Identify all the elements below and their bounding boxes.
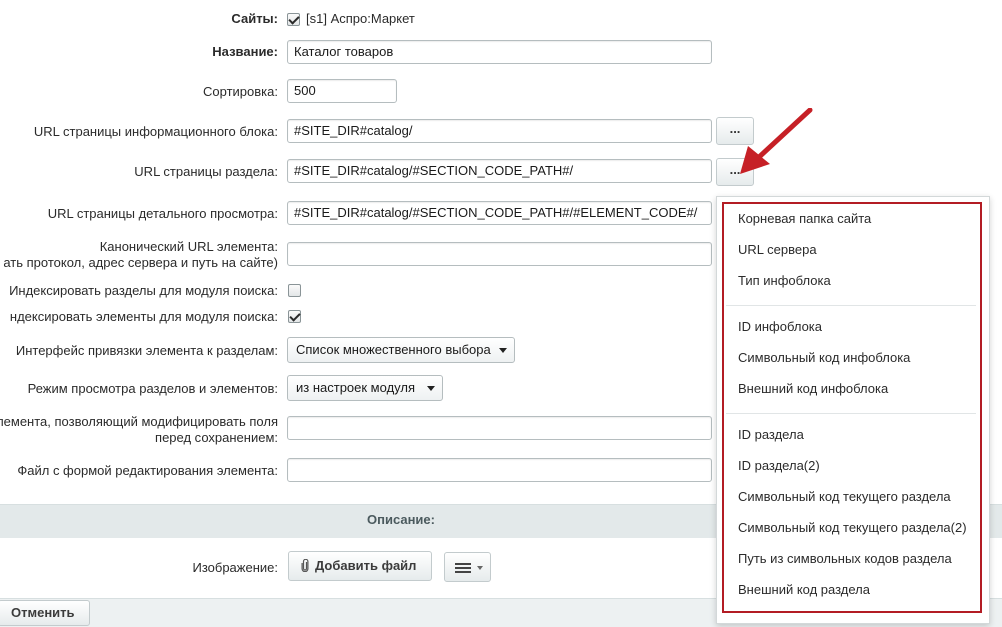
index-sections-label: Индексировать разделы для модуля поиска: xyxy=(9,283,278,298)
view-mode-value: из настроек модуля xyxy=(296,380,415,395)
paperclip-icon xyxy=(301,559,309,572)
name-input[interactable]: Каталог товаров xyxy=(287,40,712,64)
menu-item-iblock-external-id[interactable]: Внешний код инфоблока xyxy=(738,381,888,397)
menu-item-section-code[interactable]: Символьный код текущего раздела xyxy=(738,489,951,505)
menu-item-section-code-2[interactable]: Символьный код текущего раздела(2) xyxy=(738,520,967,536)
menu-separator xyxy=(726,413,976,414)
iblock-url-label: URL страницы информационного блока: xyxy=(33,124,278,139)
image-label: Изображение: xyxy=(192,560,278,575)
menu-item-section-external-id[interactable]: Внешний код раздела xyxy=(738,582,870,598)
section-url-input[interactable]: #SITE_DIR#catalog/#SECTION_CODE_PATH#/ xyxy=(287,159,712,183)
edit-form-file-input[interactable] xyxy=(287,458,712,482)
binding-interface-label: Интерфейс привязки элемента к разделам: xyxy=(15,343,278,358)
detail-url-label: URL страницы детального просмотра: xyxy=(47,206,278,221)
menu-item-section-id-2[interactable]: ID раздела(2) xyxy=(738,458,820,474)
site-s1-checkbox[interactable] xyxy=(287,13,300,26)
menu-separator xyxy=(726,305,976,306)
editor-menu-button[interactable] xyxy=(444,552,491,582)
modify-handler-label-line2: перед сохранением: xyxy=(155,430,278,445)
edit-form-file-label: Файл с формой редактирования элемента: xyxy=(17,463,278,478)
hamburger-icon xyxy=(455,563,471,573)
detail-url-input[interactable]: #SITE_DIR#catalog/#SECTION_CODE_PATH#/#E… xyxy=(287,201,712,225)
name-label: Название: xyxy=(212,44,278,59)
view-mode-label: Режим просмотра разделов и элементов: xyxy=(27,381,278,396)
red-arrow-icon xyxy=(740,108,813,174)
canonical-label-line1: Канонический URL элемента: xyxy=(99,239,278,254)
sites-label: Сайты: xyxy=(231,11,278,26)
index-elements-label: ндексировать элементы для модуля поиска: xyxy=(9,309,278,324)
view-mode-select[interactable]: из настроек модуля xyxy=(287,375,443,401)
menu-item-server-url[interactable]: URL сервера xyxy=(738,242,817,258)
index-sections-checkbox[interactable] xyxy=(288,284,301,297)
menu-item-iblock-id[interactable]: ID инфоблока xyxy=(738,319,822,335)
chevron-down-icon xyxy=(427,386,435,391)
index-elements-checkbox[interactable] xyxy=(288,310,301,323)
menu-item-section-code-path[interactable]: Путь из символьных кодов раздела xyxy=(738,551,952,567)
menu-item-iblock-type[interactable]: Тип инфоблока xyxy=(738,273,831,289)
canonical-input[interactable] xyxy=(287,242,712,266)
section-url-label: URL страницы раздела: xyxy=(134,164,278,179)
add-file-button[interactable]: Добавить файл xyxy=(288,551,432,581)
cancel-button[interactable]: Отменить xyxy=(0,600,90,626)
description-section-title: Описание: xyxy=(367,512,435,527)
menu-item-site-root[interactable]: Корневая папка сайта xyxy=(738,211,871,227)
add-file-label: Добавить файл xyxy=(315,558,417,573)
caret-down-icon xyxy=(477,566,483,570)
modify-handler-label-line1: лемента, позволяющий модифицировать поля xyxy=(0,414,278,429)
menu-item-iblock-code[interactable]: Символьный код инфоблока xyxy=(738,350,910,366)
sort-input[interactable]: 500 xyxy=(287,79,397,103)
binding-interface-value: Список множественного выбора xyxy=(296,342,491,357)
binding-interface-select[interactable]: Список множественного выбора xyxy=(287,337,515,363)
modify-handler-input[interactable] xyxy=(287,416,712,440)
chevron-down-icon xyxy=(499,348,507,353)
sort-label: Сортировка: xyxy=(203,84,278,99)
canonical-label-line2: ать протокол, адрес сервера и путь на са… xyxy=(3,255,278,270)
iblock-url-input[interactable]: #SITE_DIR#catalog/ xyxy=(287,119,712,143)
site-s1-label: [s1] Аспро:Маркет xyxy=(306,11,415,26)
menu-item-section-id[interactable]: ID раздела xyxy=(738,427,804,443)
